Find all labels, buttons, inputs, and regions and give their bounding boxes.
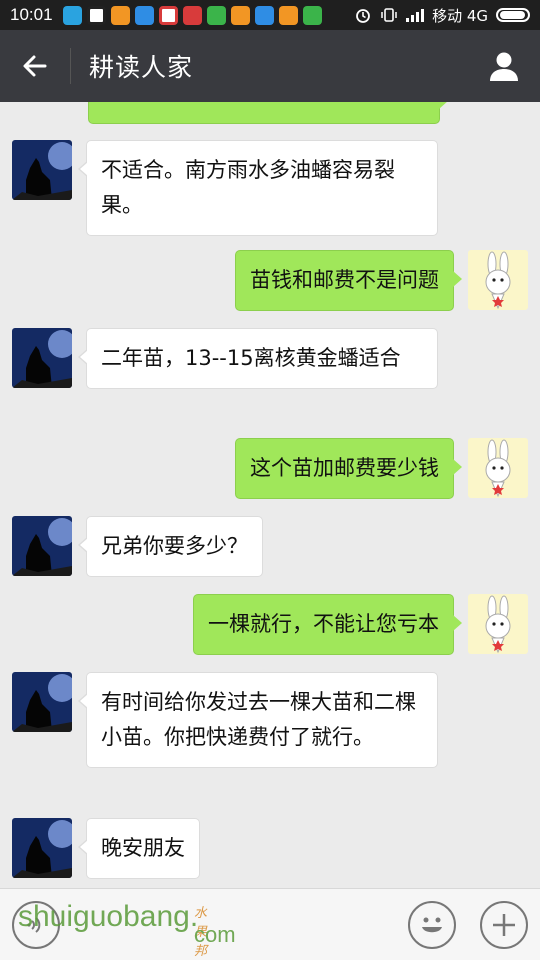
rabbit-avatar[interactable] [468,250,528,310]
more-button[interactable] [480,900,528,949]
chat-header: 耕读人家 [0,30,540,102]
message-in: 晚安朋友 [12,818,200,879]
voice-button[interactable] [12,900,60,949]
rabbit-avatar[interactable] [468,594,528,654]
status-bar: 10:01 移动 4G [0,0,540,30]
wolf-avatar[interactable] [12,328,72,388]
news-icon [182,5,202,25]
message-bubble: 有时间给你发过去一棵大苗和二棵小苗。你把快递费付了就行。 [78,672,438,768]
app-icon [254,5,274,25]
message-in: 兄弟你要多少？ [12,516,263,577]
game-icon [206,5,226,25]
message-in: 不适合。南方雨水多油蟠容易裂果。 [12,140,438,236]
message-icon [62,5,82,25]
message-out-partial [88,102,454,124]
vibrate-icon [381,8,397,22]
message-bubble: 不适合。南方雨水多油蟠容易裂果。 [78,140,438,236]
chat-area[interactable]: 不适合。南方雨水多油蟠容易裂果。 苗钱和邮费不是问题 二年苗，13--15离核黄… [0,102,540,888]
chat-info-button[interactable] [468,30,540,102]
message-bubble: 兄弟你要多少？ [78,516,263,577]
message-in: 二年苗，13--15离核黄金蟠适合 [12,328,438,389]
message-bubble: 二年苗，13--15离核黄金蟠适合 [78,328,438,389]
wolf-avatar[interactable] [12,140,72,200]
taobao-icon [230,5,250,25]
voice-icon [27,916,41,933]
app-icon [134,5,154,25]
emoji-icon [422,917,442,932]
status-right: 移动 4G [354,5,530,26]
message-out: 苗钱和邮费不是问题 [235,250,528,311]
header-divider [70,48,71,84]
message-bubble [88,102,448,124]
weibo-icon [158,5,178,25]
person-icon [490,52,518,81]
message-bubble: 一棵就行，不能让您亏本 [193,594,462,655]
status-time: 10:01 [10,5,53,24]
signal-icon [406,8,425,22]
back-arrow-icon [23,55,47,77]
message-out: 一棵就行，不能让您亏本 [193,594,528,655]
message-bubble: 这个苗加邮费要少钱 [235,438,462,499]
message-out: 这个苗加邮费要少钱 [235,438,528,499]
notification-icons [62,5,322,25]
message-bubble: 晚安朋友 [78,818,200,879]
alarm-icon [356,9,370,23]
rabbit-avatar[interactable] [468,438,528,498]
input-bar [0,888,540,960]
message-in: 有时间给你发过去一棵大苗和二棵小苗。你把快递费付了就行。 [12,672,438,768]
battery-icon [496,8,530,22]
wolf-avatar[interactable] [12,516,72,576]
plus-icon [493,913,515,936]
wolf-avatar[interactable] [12,672,72,732]
wolf-avatar[interactable] [12,818,72,878]
taobao-icon [278,5,298,25]
carrier-label: 移动 4G [432,6,488,25]
taobao-icon [110,5,130,25]
qq-icon [86,5,106,25]
back-button[interactable] [0,30,70,102]
chat-title: 耕读人家 [89,53,194,82]
wechat-icon [302,5,322,25]
message-bubble: 苗钱和邮费不是问题 [235,250,462,311]
emoji-button[interactable] [408,900,456,949]
